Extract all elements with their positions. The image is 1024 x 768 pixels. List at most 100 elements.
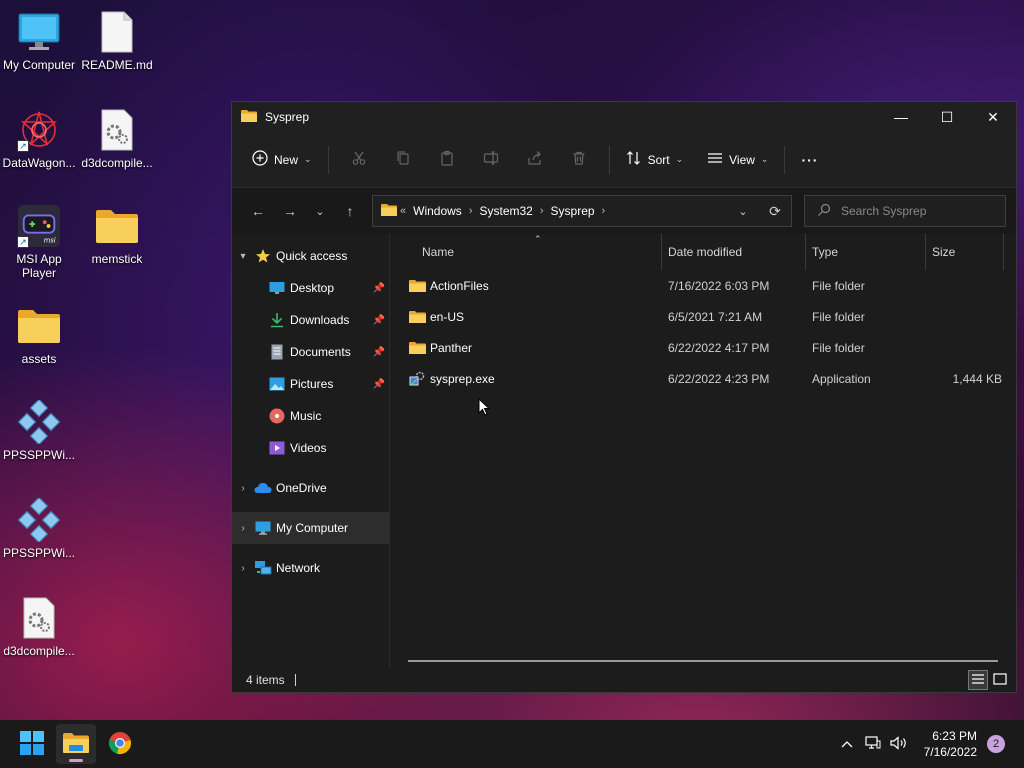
nav-music[interactable]: Music (232, 400, 389, 432)
nav-pictures[interactable]: Pictures 📌 (232, 368, 389, 400)
scissors-icon (351, 150, 367, 169)
chevron-right-icon[interactable]: › (232, 563, 254, 574)
column-date-modified[interactable]: Date modified (662, 234, 806, 270)
desktop-icon-memstick[interactable]: memstick (77, 204, 157, 266)
desktop-icon-ppsspp-1[interactable]: PPSSPPWi... (0, 400, 79, 462)
more-options-button[interactable]: ··· (793, 144, 826, 176)
close-button[interactable]: ✕ (970, 102, 1016, 132)
nav-downloads[interactable]: Downloads 📌 (232, 304, 389, 336)
delete-button[interactable] (563, 144, 595, 176)
nav-desktop[interactable]: Desktop 📌 (232, 272, 389, 304)
search-input[interactable]: Search Sysprep (804, 195, 1006, 227)
cut-button[interactable] (343, 144, 375, 176)
file-row-panther[interactable]: Panther 6/22/2022 4:17 PM File folder (390, 332, 1016, 363)
desktop-icon-msi-app-player[interactable]: msi ↗ MSI App Player (0, 204, 79, 280)
speaker-icon (890, 735, 908, 753)
desktop-icon-d3dcompiler-1[interactable]: d3dcompile... (77, 108, 157, 170)
chevron-right-icon[interactable]: › (602, 205, 606, 217)
system-tray: 6:23 PM 7/16/2022 2 (834, 720, 1024, 768)
chevron-down-icon: ⌄ (304, 154, 312, 164)
navigation-pane: ▾ Quick access Desktop 📌 Downloads 📌 Doc… (232, 234, 390, 668)
divider (608, 145, 610, 174)
file-list: Name ⌃ Date modified Type Size ActionFil… (390, 234, 1016, 668)
nav-network[interactable]: › Network (232, 552, 389, 584)
column-size[interactable]: Size (926, 234, 1004, 270)
desktop-icon-assets[interactable]: assets (0, 304, 79, 366)
nav-documents[interactable]: Documents 📌 (232, 336, 389, 368)
nav-my-computer[interactable]: › My Computer (232, 512, 389, 544)
application-icon (408, 371, 426, 387)
network-icon (865, 735, 881, 753)
share-button[interactable] (519, 144, 551, 176)
up-button[interactable]: ↑ (334, 195, 366, 227)
start-button[interactable] (12, 724, 52, 764)
chevron-right-icon[interactable]: › (232, 483, 254, 494)
nav-quick-access[interactable]: ▾ Quick access (232, 240, 389, 272)
chevron-right-icon[interactable]: › (232, 523, 254, 534)
breadcrumb-sysprep[interactable]: Sysprep (551, 204, 595, 218)
refresh-button[interactable]: ⟳ (759, 195, 791, 227)
desktop-icon-readme[interactable]: README.md (77, 10, 157, 72)
chevron-up-icon (841, 737, 853, 751)
nav-videos[interactable]: Videos (232, 432, 389, 464)
desktop-icon-ppsspp-2[interactable]: PPSSPPWi... (0, 498, 79, 560)
search-icon (817, 203, 831, 220)
volume-button[interactable] (886, 735, 912, 753)
address-history-button[interactable]: ⌄ (727, 195, 759, 227)
pictures-icon (268, 375, 286, 393)
chevron-down-icon[interactable]: ▾ (232, 251, 254, 262)
chevron-right-icon[interactable]: › (540, 205, 544, 217)
desktop-icon-my-computer[interactable]: My Computer (0, 10, 79, 72)
file-row-sysprep-exe[interactable]: sysprep.exe 6/22/2022 4:23 PM Applicatio… (390, 363, 1016, 394)
tiles-view-button[interactable] (990, 670, 1010, 690)
clipboard-icon (439, 150, 455, 169)
horizontal-scrollbar[interactable] (408, 660, 998, 662)
details-view-button[interactable] (968, 670, 988, 690)
recent-locations-button[interactable]: ⌄ (306, 195, 334, 227)
copy-button[interactable] (387, 144, 419, 176)
show-hidden-icons-button[interactable] (834, 737, 860, 751)
chevron-right-icon[interactable]: › (469, 205, 473, 217)
folder-icon (17, 304, 61, 348)
nav-label: Quick access (276, 249, 348, 263)
sort-button[interactable]: Sort ⌄ (618, 144, 692, 176)
breadcrumb-system32[interactable]: System32 (479, 204, 532, 218)
item-count: 4 items (246, 673, 285, 687)
divider (784, 145, 786, 174)
clock[interactable]: 6:23 PM 7/16/2022 (924, 728, 977, 760)
rename-button[interactable] (475, 144, 507, 176)
notification-badge[interactable]: 2 (987, 735, 1005, 753)
desktop-icon-d3dcompiler-2[interactable]: d3dcompile... (0, 596, 79, 658)
command-bar: New ⌄ Sort ⌄ View ⌄ ··· (232, 132, 1016, 188)
address-bar[interactable]: « Windows › System32 › Sysprep › ⌄ ⟳ (372, 195, 792, 227)
title-bar[interactable]: Sysprep — ☐ ✕ (232, 102, 1016, 132)
paste-button[interactable] (431, 144, 463, 176)
overflow-chevron[interactable]: « (400, 205, 406, 217)
maximize-button[interactable]: ☐ (924, 102, 970, 132)
nav-onedrive[interactable]: › OneDrive (232, 472, 389, 504)
file-row-actionfiles[interactable]: ActionFiles 7/16/2022 6:03 PM File folde… (390, 270, 1016, 301)
taskbar-chrome[interactable] (100, 724, 140, 764)
new-button[interactable]: New ⌄ (244, 144, 320, 176)
view-button[interactable]: View ⌄ (699, 144, 776, 176)
search-placeholder: Search Sysprep (841, 204, 927, 218)
file-date: 6/22/2022 4:23 PM (668, 371, 770, 386)
column-name[interactable]: Name ⌃ (390, 234, 662, 270)
desktop-icon-datawagon[interactable]: ↗ DataWagon... (0, 108, 79, 170)
file-row-en-us[interactable]: en-US 6/5/2021 7:21 AM File folder (390, 301, 1016, 332)
breadcrumb-windows[interactable]: Windows (413, 204, 462, 218)
network-icon (254, 559, 272, 577)
back-button[interactable]: ← (242, 195, 274, 227)
copy-icon (395, 150, 411, 169)
network-status-button[interactable] (860, 735, 886, 753)
minimize-button[interactable]: — (878, 102, 924, 132)
shortcut-arrow-icon: ↗ (17, 236, 29, 248)
taskbar-file-explorer[interactable] (56, 724, 96, 764)
column-type[interactable]: Type (806, 234, 926, 270)
explorer-body: ▾ Quick access Desktop 📌 Downloads 📌 Doc… (232, 234, 1016, 668)
chevron-down-icon: ⌄ (315, 205, 325, 218)
forward-button[interactable]: → (274, 195, 306, 227)
folder-icon (408, 309, 426, 325)
address-row: ← → ⌄ ↑ « Windows › System32 › Sysprep ›… (232, 188, 1016, 234)
settings-file-icon (17, 596, 61, 640)
